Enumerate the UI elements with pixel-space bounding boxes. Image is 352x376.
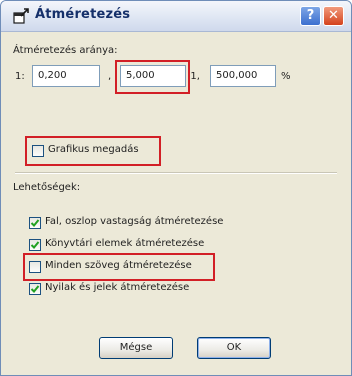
options-section-label: Lehetőségek: xyxy=(13,182,81,193)
resize-dialog: Átméretezés ? ✕ Átméretezés aránya: 1: 0… xyxy=(0,0,352,376)
option-checkbox[interactable] xyxy=(29,217,41,229)
option-checkbox[interactable] xyxy=(29,283,41,295)
option-label: Fal, oszlop vastagság átméretezése xyxy=(45,216,224,227)
checkmark-icon xyxy=(30,219,40,227)
title-bar[interactable]: Átméretezés ? ✕ xyxy=(1,1,351,32)
highlight-box-graphical xyxy=(25,136,161,166)
resize-icon xyxy=(13,8,29,24)
ratio-field-1[interactable]: 0,200 xyxy=(32,65,100,87)
dialog-content: Átméretezés aránya: 1: 0,200 , 5,000 :1,… xyxy=(1,32,351,375)
ratio-field-3[interactable]: 500,000 xyxy=(210,65,276,87)
ratio-prefix: 1: xyxy=(15,71,25,82)
ratio-separator-1: , xyxy=(108,71,112,82)
option-label: Nyilak és jelek átméretezése xyxy=(45,282,190,293)
close-button[interactable]: ✕ xyxy=(323,6,344,26)
checkmark-icon xyxy=(30,285,40,293)
ratio-section-label: Átméretezés aránya: xyxy=(13,45,118,56)
highlight-box-text-option xyxy=(23,253,215,281)
highlight-box-ratio xyxy=(115,60,190,94)
help-button[interactable]: ? xyxy=(300,6,321,26)
ok-button[interactable]: OK xyxy=(197,337,271,359)
option-label: Könyvtári elemek átméretezése xyxy=(45,238,205,249)
dialog-title: Átméretezés xyxy=(35,7,131,22)
option-checkbox[interactable] xyxy=(29,239,41,251)
separator xyxy=(15,172,337,174)
cancel-button[interactable]: Mégse xyxy=(99,337,173,359)
checkmark-icon xyxy=(30,241,40,249)
ratio-unit: % xyxy=(281,71,291,82)
